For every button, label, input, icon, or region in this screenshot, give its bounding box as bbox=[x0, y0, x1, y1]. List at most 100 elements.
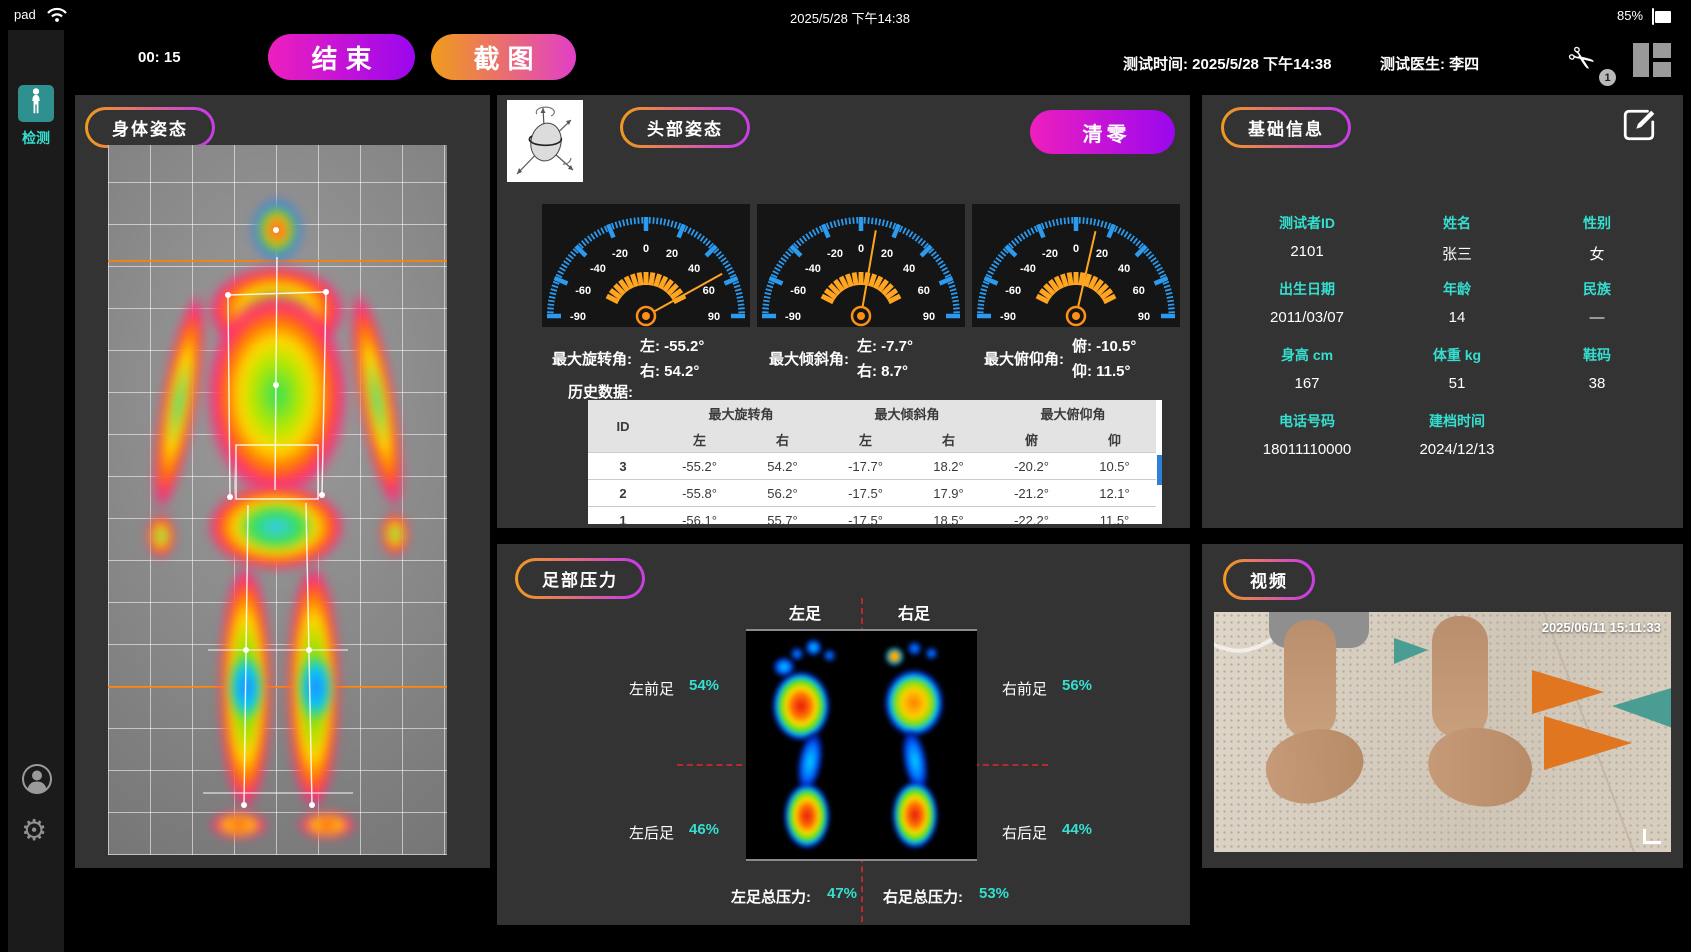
head-posture-title: 头部姿态 bbox=[620, 107, 750, 148]
head-posture-panel: 头部姿态 清零 -90-60-40-20020406090 -90-60-40-… bbox=[497, 95, 1190, 528]
left-foot-label: 左足 bbox=[789, 600, 821, 624]
history-sub-down: 俯 bbox=[990, 426, 1073, 453]
head-axes-thumbnail bbox=[507, 100, 583, 182]
doctor-value: 李四 bbox=[1449, 56, 1479, 73]
right-fore-label: 右前足 bbox=[1002, 678, 1047, 699]
device-label: pad bbox=[14, 7, 36, 22]
svg-text:60: 60 bbox=[703, 285, 715, 297]
layout-icon bbox=[1633, 43, 1649, 77]
layout-button[interactable] bbox=[1633, 43, 1671, 77]
svg-text:-40: -40 bbox=[590, 263, 606, 275]
gauge-rotation: -90-60-40-20020406090 bbox=[542, 204, 750, 327]
history-sub-up: 仰 bbox=[1073, 426, 1156, 453]
reset-button[interactable]: 清零 bbox=[1030, 110, 1175, 154]
left-rear-value: 46% bbox=[689, 821, 719, 838]
status-datetime: 2025/5/28 下午14:38 bbox=[790, 8, 910, 27]
svg-text:20: 20 bbox=[1096, 248, 1108, 260]
svg-text:20: 20 bbox=[666, 248, 678, 260]
max-pitch-label: 最大俯仰角: bbox=[984, 348, 1064, 369]
teal-marker bbox=[1394, 638, 1428, 664]
test-time-label: 测试时间: bbox=[1123, 56, 1188, 73]
max-pitch-down: 俯: -10.5° bbox=[1072, 335, 1136, 356]
max-tilt-left: 左: -7.7° bbox=[857, 335, 913, 356]
left-leg bbox=[1284, 620, 1336, 738]
test-time: 测试时间: 2025/5/28 下午14:38 bbox=[1123, 53, 1331, 74]
expand-corner-icon[interactable] bbox=[1643, 829, 1661, 844]
svg-text:0: 0 bbox=[858, 243, 864, 255]
session-timer: 00: 15 bbox=[138, 49, 181, 66]
info-field: 性别女 bbox=[1527, 213, 1667, 279]
right-rear-label: 右后足 bbox=[1002, 822, 1047, 843]
body-posture-title: 身体姿态 bbox=[85, 107, 215, 148]
status-bar: pad 2025/5/28 下午14:38 85% bbox=[0, 0, 1691, 30]
info-field: 建档时间2024/12/13 bbox=[1387, 411, 1527, 477]
info-field: 年龄14 bbox=[1387, 279, 1527, 345]
max-rotation-label: 最大旋转角: bbox=[552, 348, 632, 369]
edit-button[interactable] bbox=[1620, 107, 1658, 148]
test-time-value: 2025/5/28 下午14:38 bbox=[1192, 56, 1331, 73]
person-icon bbox=[25, 87, 47, 120]
teal-marker bbox=[1612, 686, 1671, 730]
battery-percent: 85% bbox=[1617, 8, 1643, 23]
svg-text:90: 90 bbox=[1138, 311, 1150, 323]
svg-text:40: 40 bbox=[1118, 263, 1130, 275]
foot-pressure-title: 足部压力 bbox=[515, 558, 645, 599]
max-tilt-readout: 最大倾斜角: 左: -7.7°右: 8.7° bbox=[769, 335, 984, 381]
video-title: 视频 bbox=[1223, 559, 1315, 600]
svg-text:20: 20 bbox=[881, 248, 893, 260]
basic-info-title: 基础信息 bbox=[1221, 107, 1351, 148]
history-sub-left1: 左 bbox=[658, 426, 741, 453]
table-scrollbar[interactable] bbox=[1157, 455, 1162, 485]
table-row: 3 -55.2°54.2° -17.7°18.2° -20.2°10.5° bbox=[588, 453, 1156, 480]
info-field: 电话号码18011110000 bbox=[1227, 411, 1387, 477]
left-fore-label: 左前足 bbox=[629, 678, 674, 699]
history-label: 历史数据: bbox=[568, 381, 633, 402]
svg-text:0: 0 bbox=[1073, 243, 1079, 255]
info-field: 姓名张三 bbox=[1387, 213, 1527, 279]
right-fore-value: 56% bbox=[1062, 677, 1092, 694]
profile-icon[interactable] bbox=[21, 763, 53, 800]
left-total-label: 左足总压力: bbox=[731, 886, 811, 907]
skeleton-overlay bbox=[108, 145, 447, 855]
info-field: 出生日期2011/03/07 bbox=[1227, 279, 1387, 345]
svg-text:60: 60 bbox=[1133, 285, 1145, 297]
sidebar-item-detect[interactable] bbox=[18, 85, 54, 122]
svg-text:40: 40 bbox=[688, 263, 700, 275]
history-sub-right1: 右 bbox=[741, 426, 824, 453]
history-sub-left2: 左 bbox=[824, 426, 907, 453]
basic-info-panel: 基础信息 测试者ID2101 姓名张三 性别女 出生日期2011/03/07 年… bbox=[1202, 95, 1683, 528]
right-rear-value: 44% bbox=[1062, 821, 1092, 838]
history-group-tilt: 最大倾斜角 bbox=[824, 400, 990, 426]
svg-text:-90: -90 bbox=[785, 311, 801, 323]
svg-text:-20: -20 bbox=[827, 248, 843, 260]
svg-text:-90: -90 bbox=[1000, 311, 1016, 323]
info-field: 体重 kg51 bbox=[1387, 345, 1527, 411]
svg-text:-60: -60 bbox=[1005, 285, 1021, 297]
orange-marker bbox=[1532, 670, 1604, 714]
foot-heatmap bbox=[746, 629, 977, 861]
scissors-button[interactable]: ✂ 1 bbox=[1568, 40, 1612, 84]
svg-text:60: 60 bbox=[918, 285, 930, 297]
sidebar-detect-label: 检测 bbox=[8, 128, 64, 148]
max-pitch-readout: 最大俯仰角: 俯: -10.5° 仰: 11.5° bbox=[984, 335, 1199, 381]
max-pitch-up: 仰: 11.5° bbox=[1072, 360, 1136, 381]
gauge-tilt: -90-60-40-20020406090 bbox=[757, 204, 965, 327]
max-rotation-right: 右: 54.2° bbox=[640, 360, 704, 381]
screenshot-button[interactable]: 截图 bbox=[431, 34, 576, 80]
info-field: 民族— bbox=[1527, 279, 1667, 345]
svg-text:0: 0 bbox=[643, 243, 649, 255]
end-button[interactable]: 结束 bbox=[268, 34, 415, 80]
wifi-icon bbox=[46, 6, 68, 26]
right-leg bbox=[1432, 616, 1488, 738]
video-panel: 视频 2025/06/11 15:11:33 bbox=[1202, 544, 1683, 868]
right-total-value: 53% bbox=[979, 885, 1009, 902]
history-group-pitch: 最大俯仰角 bbox=[990, 400, 1156, 426]
gauge-pitch: -90-60-40-20020406090 bbox=[972, 204, 1180, 327]
svg-text:-60: -60 bbox=[575, 285, 591, 297]
app-root: pad 2025/5/28 下午14:38 85% 检测 ⚙ 00: 15 结束… bbox=[0, 0, 1691, 952]
gear-icon[interactable]: ⚙ bbox=[21, 816, 47, 845]
history-group-rotation: 最大旋转角 bbox=[658, 400, 824, 426]
scissors-badge: 1 bbox=[1599, 69, 1616, 86]
table-row: 1 -56.1°55.7° -17.5°18.5° -22.2°11.5° bbox=[588, 507, 1156, 525]
max-tilt-right: 右: 8.7° bbox=[857, 360, 913, 381]
